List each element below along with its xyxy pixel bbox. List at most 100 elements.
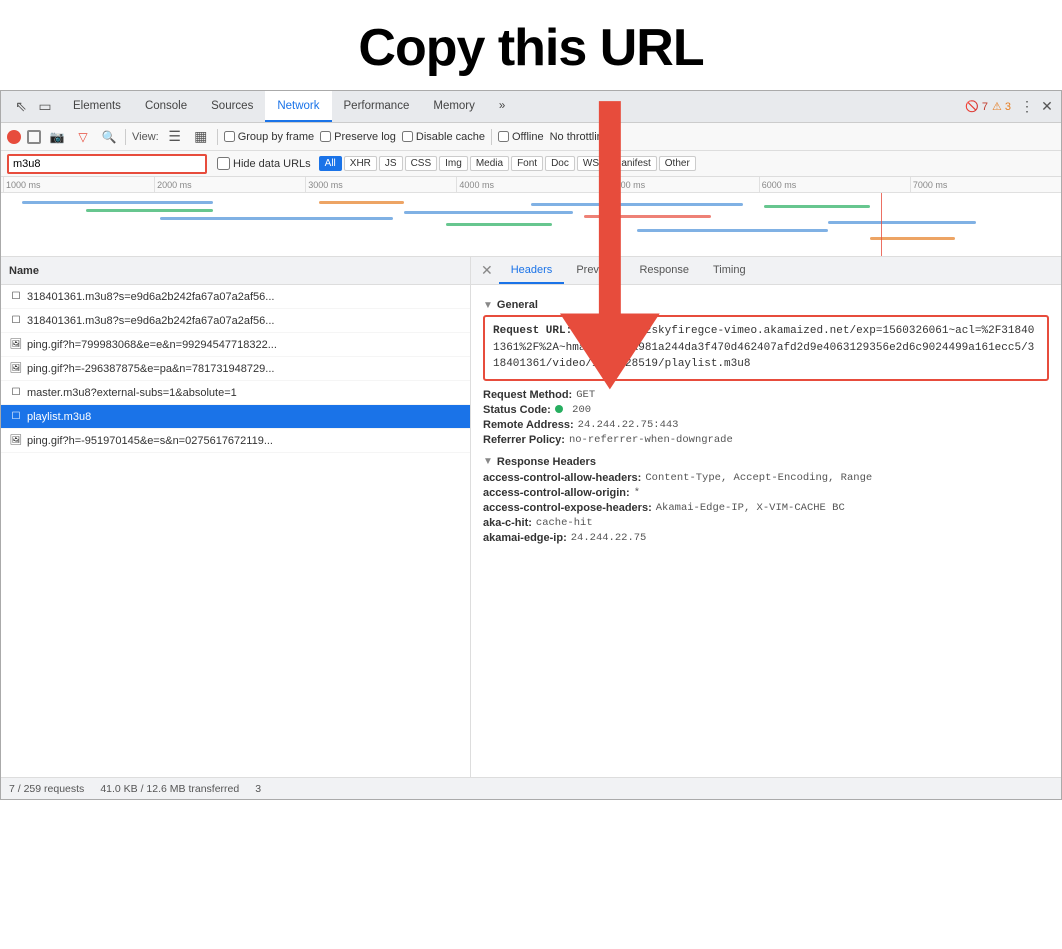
ruler-mark-3: 3000 ms bbox=[305, 177, 456, 192]
list-item[interactable]: ☐ master.m3u8?external-subs=1&absolute=1 bbox=[1, 381, 470, 405]
filter-js[interactable]: JS bbox=[379, 156, 403, 171]
tab-performance[interactable]: Performance bbox=[332, 91, 422, 122]
record-button[interactable] bbox=[7, 130, 21, 144]
screenshot-button[interactable]: 📷 bbox=[47, 127, 67, 147]
filter-css[interactable]: CSS bbox=[405, 156, 438, 171]
separator bbox=[125, 129, 126, 145]
device-icon[interactable]: ▭ bbox=[35, 97, 55, 117]
list-item[interactable]: 🖼 ping.gif?h=-951970145&e=s&n=0275617672… bbox=[1, 429, 470, 453]
referrer-value: no-referrer-when-downgrade bbox=[569, 434, 733, 446]
filter-doc[interactable]: Doc bbox=[545, 156, 575, 171]
file-name: ping.gif?h=-296387875&e=pa&n=78173194872… bbox=[27, 363, 462, 375]
referrer-label: Referrer Policy: bbox=[483, 434, 565, 446]
name-column-header: Name bbox=[1, 257, 470, 285]
detail-content: ▼ General Request URL: https://162skyfir… bbox=[471, 285, 1061, 777]
list-item-selected[interactable]: ☐ playlist.m3u8 bbox=[1, 405, 470, 429]
img-icon: 🖼 bbox=[9, 434, 23, 448]
timeline-bars bbox=[1, 193, 1061, 257]
tab-timing[interactable]: Timing bbox=[701, 257, 758, 284]
preserve-log-checkbox[interactable] bbox=[320, 131, 331, 142]
resp-header-row-4: akamai-edge-ip: 24.244.22.75 bbox=[483, 532, 1049, 544]
filter-xhr[interactable]: XHR bbox=[344, 156, 377, 171]
filter-other[interactable]: Other bbox=[659, 156, 696, 171]
list-item[interactable]: ☐ 318401361.m3u8?s=e9d6a2b242fa67a07a2af… bbox=[1, 285, 470, 309]
tab-preview[interactable]: Preview bbox=[564, 257, 627, 284]
filter-all[interactable]: All bbox=[319, 156, 342, 171]
cursor-icon[interactable]: ⇖ bbox=[11, 97, 31, 117]
ruler-mark-4: 4000 ms bbox=[456, 177, 607, 192]
request-url-box[interactable]: Request URL: https://162skyfiregce-vimeo… bbox=[483, 315, 1049, 381]
ruler-mark-7: 7000 ms bbox=[910, 177, 1061, 192]
throttling-select[interactable]: No throttling bbox=[550, 131, 609, 143]
tab-headers[interactable]: Headers bbox=[499, 257, 565, 284]
filter-font[interactable]: Font bbox=[511, 156, 543, 171]
tab-console[interactable]: Console bbox=[133, 91, 199, 122]
search-icon[interactable]: 🔍 bbox=[99, 127, 119, 147]
tab-more[interactable]: » bbox=[487, 91, 517, 122]
resp-header-row-1: access-control-allow-origin: * bbox=[483, 487, 1049, 499]
transfer-size: 41.0 KB / 12.6 MB transferred bbox=[100, 783, 239, 795]
devtools-window: ⇖ ▭ Elements Console Sources Network Per… bbox=[0, 90, 1062, 800]
ruler-mark-6: 6000 ms bbox=[759, 177, 910, 192]
file-panel: Name ☐ 318401361.m3u8?s=e9d6a2b242fa67a0… bbox=[1, 257, 471, 777]
hide-data-urls-checkbox[interactable] bbox=[217, 157, 230, 170]
filter-manifest[interactable]: Manifest bbox=[607, 156, 657, 171]
extra-info: 3 bbox=[255, 783, 261, 795]
detail-tabs: ✕ Headers Preview Response Timing bbox=[471, 257, 1061, 285]
method-row: Request Method: GET bbox=[483, 389, 1049, 401]
stop-button[interactable] bbox=[27, 130, 41, 144]
tab-response[interactable]: Response bbox=[627, 257, 701, 284]
request-url-value: https://162skyfiregce-vimeo.akamaized.ne… bbox=[493, 325, 1034, 370]
tab-network[interactable]: Network bbox=[265, 91, 331, 122]
img-icon: 🖼 bbox=[9, 338, 23, 352]
more-options-icon[interactable]: ⋮ bbox=[1017, 97, 1037, 117]
view-label: View: bbox=[132, 131, 159, 143]
filter-icon[interactable]: ▽ bbox=[73, 127, 93, 147]
separator3 bbox=[491, 129, 492, 145]
general-section-header: ▼ General bbox=[483, 299, 1049, 311]
error-badge: 🚫 7 ⚠ 3 bbox=[959, 100, 1017, 113]
hide-data-urls-label[interactable]: Hide data URLs bbox=[217, 157, 311, 170]
file-name: ping.gif?h=-951970145&e=s&n=027561767211… bbox=[27, 435, 462, 447]
list-item[interactable]: 🖼 ping.gif?h=-296387875&e=pa&n=781731948… bbox=[1, 357, 470, 381]
preserve-log-label[interactable]: Preserve log bbox=[320, 131, 396, 143]
offline-label[interactable]: Offline bbox=[498, 131, 544, 143]
ruler-mark-1: 1000 ms bbox=[3, 177, 154, 192]
filter-input-wrap bbox=[7, 154, 207, 174]
filter-row: Hide data URLs All XHR JS CSS Img Media … bbox=[1, 151, 1061, 177]
tab-elements[interactable]: Elements bbox=[61, 91, 133, 122]
filter-input[interactable] bbox=[7, 154, 207, 174]
tab-sources[interactable]: Sources bbox=[199, 91, 265, 122]
view-list-icon[interactable]: ☰ bbox=[165, 127, 185, 147]
resp-header-row-0: access-control-allow-headers: Content-Ty… bbox=[483, 472, 1049, 484]
method-label: Request Method: bbox=[483, 389, 572, 401]
doc-icon: ☐ bbox=[9, 410, 23, 424]
remote-value: 24.244.22.75:443 bbox=[578, 419, 679, 431]
devtools-main: Name ☐ 318401361.m3u8?s=e9d6a2b242fa67a0… bbox=[1, 257, 1061, 777]
referrer-row: Referrer Policy: no-referrer-when-downgr… bbox=[483, 434, 1049, 446]
throttling-arrow[interactable]: ▾ bbox=[615, 131, 620, 142]
doc-icon: ☐ bbox=[9, 386, 23, 400]
close-icon[interactable]: ✕ bbox=[1037, 97, 1057, 117]
group-by-frame-label[interactable]: Group by frame bbox=[224, 131, 314, 143]
group-by-frame-checkbox[interactable] bbox=[224, 131, 235, 142]
list-item[interactable]: 🖼 ping.gif?h=799983068&e=e&n=99294547718… bbox=[1, 333, 470, 357]
warn-badge: ⚠ 3 bbox=[992, 100, 1011, 113]
disable-cache-checkbox[interactable] bbox=[402, 131, 413, 142]
ruler-mark-2: 2000 ms bbox=[154, 177, 305, 192]
doc-icon: ☐ bbox=[9, 314, 23, 328]
devtools-nav-icons: ⇖ ▭ bbox=[5, 97, 61, 117]
disable-cache-label[interactable]: Disable cache bbox=[402, 131, 485, 143]
response-headers-section-header: ▼ Response Headers bbox=[483, 456, 1049, 468]
devtools-tabbar: ⇖ ▭ Elements Console Sources Network Per… bbox=[1, 91, 1061, 123]
offline-checkbox[interactable] bbox=[498, 131, 509, 142]
file-name: master.m3u8?external-subs=1&absolute=1 bbox=[27, 387, 462, 399]
timeline-ruler: 1000 ms 2000 ms 3000 ms 4000 ms 5000 ms … bbox=[1, 177, 1061, 193]
filter-img[interactable]: Img bbox=[439, 156, 468, 171]
tab-memory[interactable]: Memory bbox=[421, 91, 487, 122]
list-item[interactable]: ☐ 318401361.m3u8?s=e9d6a2b242fa67a07a2af… bbox=[1, 309, 470, 333]
close-detail-button[interactable]: ✕ bbox=[475, 262, 499, 279]
filter-media[interactable]: Media bbox=[470, 156, 509, 171]
filter-ws[interactable]: WS bbox=[577, 156, 605, 171]
view-grid-icon[interactable]: ▦ bbox=[191, 127, 211, 147]
